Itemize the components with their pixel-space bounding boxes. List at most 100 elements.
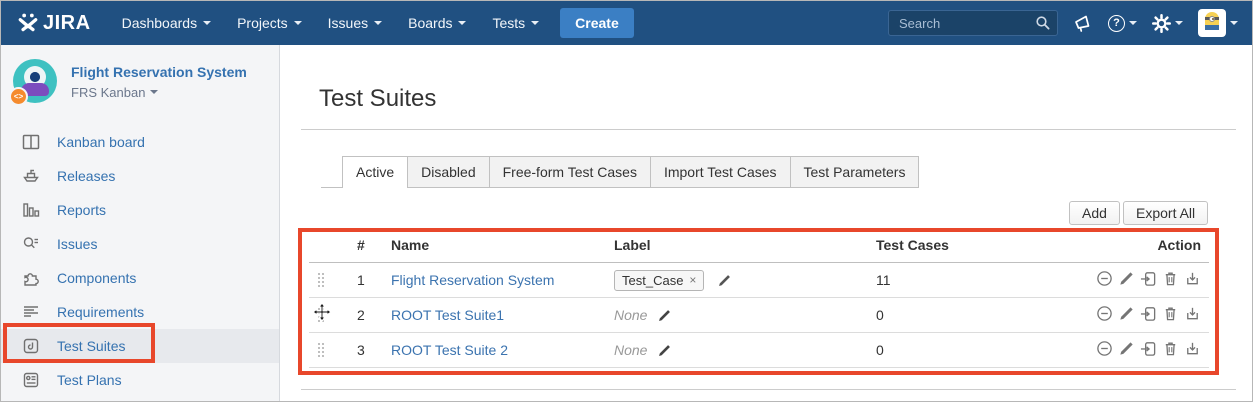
chevron-down-icon [458,21,466,25]
delete-icon[interactable] [1162,305,1179,322]
disable-icon[interactable] [1096,340,1113,357]
edit-icon[interactable] [1118,305,1135,322]
nav-tests-label: Tests [492,15,525,31]
header-drag [309,233,349,263]
nav-dashboards-label: Dashboards [122,15,198,31]
suite-name-link[interactable]: ROOT Test Suite 2 [391,342,508,358]
chip-remove-icon[interactable]: × [689,274,696,286]
title-divider [301,129,1236,130]
clipboard-arrow-icon[interactable] [1140,305,1157,322]
row-number: 1 [349,263,383,298]
header-test-cases: Test Cases [868,233,1068,263]
edit-label-icon[interactable] [657,343,672,358]
disable-icon[interactable] [1096,305,1113,322]
jira-logo[interactable]: JIRA [17,12,91,35]
edit-label-icon[interactable] [657,308,672,323]
label-none: None [614,307,647,323]
suite-name-link[interactable]: Flight Reservation System [391,272,554,288]
sidebar-item-requirements[interactable]: Requirements [1,295,279,329]
delete-icon[interactable] [1162,270,1179,287]
chevron-down-icon [1175,21,1183,25]
edit-icon[interactable] [1118,270,1135,287]
nav-issues-label: Issues [328,15,368,31]
top-navbar: JIRA Dashboards Projects Issues Boards T… [1,1,1252,45]
clipboard-arrow-icon[interactable] [1140,340,1157,357]
table-row: 2 ROOT Test Suite1 None 0 [309,298,1209,333]
sidebar-item-releases[interactable]: Releases [1,159,279,193]
nav-dashboards[interactable]: Dashboards [109,1,225,45]
sidebar-item-test-suites[interactable]: Test Suites [1,329,279,363]
sidebar-item-label: Test Suites [57,338,125,354]
add-button[interactable]: Add [1069,201,1120,225]
search-container [888,10,1058,36]
drag-handle[interactable] [317,342,326,359]
edit-icon[interactable] [1118,340,1135,357]
clipboard-arrow-icon[interactable] [1140,270,1157,287]
label-chip-text: Test_Case [622,273,683,288]
header-num: # [349,233,383,263]
nav-boards[interactable]: Boards [395,1,479,45]
chevron-down-icon [1129,21,1137,25]
issues-icon [21,235,41,253]
nav-tests[interactable]: Tests [479,1,552,45]
navbar-right: ? [888,9,1238,37]
tab-disabled[interactable]: Disabled [407,156,489,187]
disable-icon[interactable] [1096,270,1113,287]
nav-issues[interactable]: Issues [315,1,395,45]
sidebar-nav: Kanban board Releases Reports Issues [1,125,279,397]
sidebar-item-label: Releases [57,168,115,184]
components-icon [21,269,41,287]
sidebar-item-reports[interactable]: Reports [1,193,279,227]
sidebar-item-kanban-board[interactable]: Kanban board [1,125,279,159]
table-header-row: # Name Label Test Cases Action [309,233,1209,263]
export-icon[interactable] [1184,340,1201,357]
announcements-button[interactable] [1073,13,1093,33]
suite-name-link[interactable]: ROOT Test Suite1 [391,307,504,323]
user-menu[interactable] [1198,9,1238,37]
create-button[interactable]: Create [560,8,634,38]
chevron-down-icon [150,90,158,94]
page-title: Test Suites [319,85,436,113]
chevron-down-icon [531,21,539,25]
kanban-icon [21,133,41,151]
logo-text: JIRA [43,12,91,35]
tab-free-form-test-cases[interactable]: Free-form Test Cases [489,156,651,187]
label-chip: Test_Case × [614,270,704,291]
sidebar-item-label: Reports [57,202,106,218]
search-input[interactable] [888,10,1058,36]
admin-menu[interactable] [1152,14,1183,33]
help-menu[interactable]: ? [1108,15,1137,32]
row-number: 3 [349,333,383,368]
table-row: 3 ROOT Test Suite 2 None 0 [309,333,1209,368]
drag-handle[interactable] [317,272,326,289]
header-name: Name [383,233,606,263]
nav-projects[interactable]: Projects [224,1,315,45]
search-icon[interactable] [1035,15,1051,31]
tab-bar: Active Disabled Free-form Test Cases Imp… [321,156,919,188]
test-suites-icon [21,337,41,355]
sidebar-item-components[interactable]: Components [1,261,279,295]
drag-handle[interactable] [317,307,326,324]
tab-import-test-cases[interactable]: Import Test Cases [650,156,791,187]
bottom-divider [301,389,1236,390]
tab-test-parameters[interactable]: Test Parameters [790,156,920,187]
tab-active[interactable]: Active [342,156,408,188]
export-icon[interactable] [1184,305,1201,322]
export-icon[interactable] [1184,270,1201,287]
edit-label-icon[interactable] [717,273,732,288]
project-avatar: <> [13,59,59,105]
software-project-badge-icon: <> [9,87,28,106]
sidebar-item-label: Requirements [57,304,144,320]
test-suites-table: # Name Label Test Cases Action 1 Flight … [309,233,1209,368]
nav-boards-label: Boards [408,15,452,31]
project-name-link[interactable]: Flight Reservation System [71,63,247,82]
sidebar-item-issues[interactable]: Issues [1,227,279,261]
export-all-button[interactable]: Export All [1123,201,1208,225]
chevron-down-icon [374,21,382,25]
sidebar-item-test-plans[interactable]: Test Plans [1,363,279,397]
navbar-menu: Dashboards Projects Issues Boards Tests [109,1,553,45]
jira-logo-icon [17,12,39,34]
reports-icon [21,201,41,219]
board-switcher[interactable]: FRS Kanban [71,84,247,102]
delete-icon[interactable] [1162,340,1179,357]
